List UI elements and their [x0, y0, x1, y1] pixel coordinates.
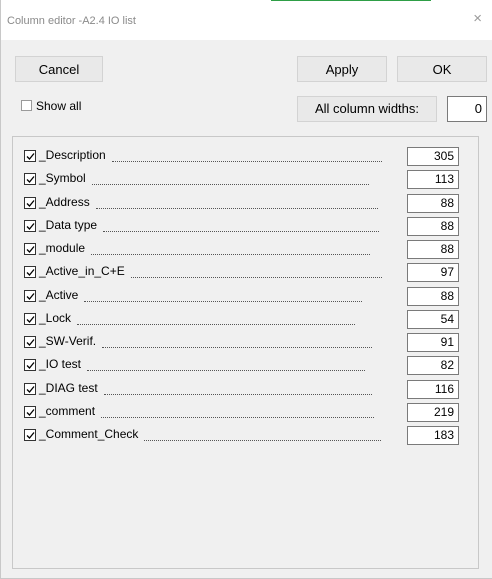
show-all-checkbox[interactable]: Show all	[21, 99, 81, 113]
window-title: Column editor -A2.4 IO list	[7, 15, 136, 27]
checkmark-icon	[26, 176, 35, 184]
cancel-button[interactable]: Cancel	[15, 56, 103, 82]
column-row: _Data type 88	[24, 216, 464, 237]
column-label: _Lock	[39, 310, 72, 325]
column-width-input[interactable]: 219	[407, 402, 459, 422]
accent-line	[271, 0, 431, 1]
ok-button[interactable]: OK	[397, 56, 487, 82]
checkmark-icon	[26, 385, 35, 393]
column-width-input[interactable]: 183	[407, 426, 459, 445]
checkbox-icon	[21, 100, 32, 112]
column-width-input[interactable]: 305	[407, 147, 459, 166]
column-checkbox[interactable]	[24, 336, 36, 348]
column-row: _Address 88	[24, 193, 464, 214]
column-row: _Active_in_C+E 97	[24, 263, 464, 283]
dotted-leader	[131, 277, 382, 279]
checkmark-icon	[26, 315, 35, 323]
checkmark-icon	[26, 362, 35, 370]
column-row: _Symbol 113	[24, 170, 464, 190]
show-all-label: Show all	[36, 99, 82, 113]
dotted-leader	[101, 416, 374, 418]
dotted-leader	[77, 323, 355, 325]
column-width-input[interactable]: 97	[407, 263, 459, 283]
column-label: _Comment_Check	[39, 427, 139, 441]
all-column-widths-button[interactable]: All column widths:	[297, 96, 437, 122]
column-width-input[interactable]: 91	[407, 333, 459, 352]
column-checkbox[interactable]	[24, 429, 36, 441]
dotted-leader	[96, 207, 378, 209]
dotted-leader	[92, 184, 369, 186]
column-checkbox[interactable]	[24, 150, 36, 162]
column-label: _Active_in_C+E	[39, 264, 125, 279]
column-checkbox[interactable]	[24, 405, 36, 418]
dotted-leader	[102, 347, 372, 348]
checkmark-icon	[26, 432, 35, 439]
dotted-leader	[84, 300, 362, 302]
checkmark-icon	[26, 292, 35, 300]
column-label: _Symbol	[39, 171, 86, 186]
column-checkbox[interactable]	[24, 382, 36, 395]
column-row: _IO test 82	[24, 356, 464, 376]
checkmark-icon	[26, 339, 35, 346]
column-label: _Description	[39, 148, 106, 162]
all-column-widths-input[interactable]: 0	[447, 96, 487, 122]
dotted-leader	[103, 230, 379, 232]
checkmark-icon	[26, 408, 35, 416]
column-checkbox[interactable]	[24, 289, 36, 302]
checkmark-icon	[26, 153, 35, 160]
column-row: _Lock 54	[24, 309, 464, 330]
dotted-leader	[144, 440, 381, 441]
column-width-input[interactable]: 116	[407, 379, 459, 399]
checkmark-icon	[26, 222, 35, 230]
column-row: _SW-Verif. 91	[24, 333, 464, 353]
column-width-input[interactable]: 88	[407, 193, 459, 213]
column-label: _Address	[39, 194, 90, 209]
column-label: _DIAG test	[39, 380, 98, 395]
column-row: _Active 88	[24, 286, 464, 307]
column-row: _comment 219	[24, 402, 464, 423]
dotted-leader	[87, 370, 365, 372]
column-label: _Data type	[39, 217, 98, 232]
title-bar: Column editor -A2.4 IO list ×	[1, 0, 492, 40]
column-row: _DIAG test 116	[24, 379, 464, 400]
dotted-leader	[112, 161, 382, 162]
close-icon[interactable]: ×	[473, 11, 482, 27]
column-checkbox[interactable]	[24, 312, 36, 325]
checkmark-icon	[26, 246, 35, 253]
column-label: _comment	[39, 403, 96, 418]
checkmark-icon	[26, 269, 35, 277]
column-checkbox[interactable]	[24, 243, 36, 255]
column-checkbox[interactable]	[24, 196, 36, 209]
apply-button[interactable]: Apply	[297, 56, 387, 82]
dotted-leader	[104, 393, 372, 395]
column-label: _module	[39, 241, 86, 255]
column-checkbox[interactable]	[24, 359, 36, 372]
column-width-input[interactable]: 54	[407, 309, 459, 329]
column-width-input[interactable]: 88	[407, 216, 459, 236]
column-label: _Active	[39, 287, 79, 302]
column-label: _SW-Verif.	[39, 334, 97, 348]
column-checkbox[interactable]	[24, 173, 36, 186]
column-row: _module 88	[24, 240, 464, 260]
column-width-input[interactable]: 113	[407, 170, 459, 190]
column-checkbox[interactable]	[24, 219, 36, 232]
column-width-input[interactable]: 82	[407, 356, 459, 376]
column-editor-window: Column editor -A2.4 IO list × Cancel App…	[0, 0, 492, 579]
column-row: _Description 305	[24, 147, 464, 167]
column-width-input[interactable]: 88	[407, 240, 459, 259]
column-checkbox[interactable]	[24, 266, 36, 279]
dotted-leader	[91, 254, 370, 255]
column-row: _Comment_Check 183	[24, 426, 464, 446]
column-width-input[interactable]: 88	[407, 286, 459, 306]
checkmark-icon	[26, 199, 35, 207]
column-label: _IO test	[39, 357, 82, 372]
